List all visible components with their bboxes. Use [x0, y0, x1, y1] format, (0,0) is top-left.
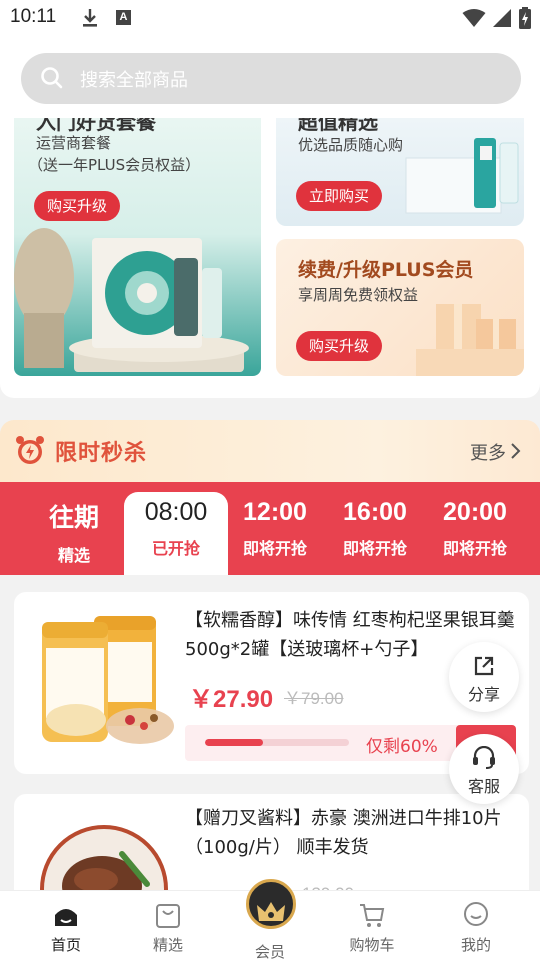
tab-time: 往期: [48, 504, 99, 532]
status-bar: 10:11 A: [0, 0, 540, 38]
banner-subtitle: 享周周免费领权益: [298, 286, 419, 304]
font-badge-icon: A: [116, 10, 131, 25]
search-placeholder: 搜索全部商品: [80, 70, 188, 91]
wifi-icon: [462, 9, 486, 27]
nav-label: 会员: [254, 943, 285, 960]
nav-cart[interactable]: 购物车: [322, 891, 422, 960]
tab-status: 精选: [57, 546, 90, 565]
tab-time: 16:00: [343, 498, 407, 526]
buy-now-button[interactable]: 立即购买: [296, 181, 383, 211]
nav-label: 精选: [152, 936, 183, 954]
product-name: 【赠刀叉酱料】赤豪 澳洲进口牛排10片（100g/片） 顺丰发货: [185, 808, 502, 858]
share-icon: [474, 656, 494, 676]
stock-progress-fill: [205, 739, 263, 746]
flash-sale-section: 限时秒杀 更多 往期 精选 08:00 已开抢 12:00 即将开抢 16:00…: [0, 420, 540, 575]
nav-membership[interactable]: 会员: [220, 879, 320, 960]
search-bar-area: 搜索全部商品: [0, 38, 540, 118]
flash-sale-more-link[interactable]: 更多: [470, 439, 506, 465]
nav-label: 首页: [50, 936, 81, 954]
tab-status: 即将开抢: [342, 539, 407, 558]
smile-face-icon: [464, 902, 488, 926]
shopping-bag-icon: [156, 904, 180, 928]
tab-status: 即将开抢: [442, 539, 507, 558]
banner-featured-selection[interactable]: 超值精选 优选品质随心购 立即购买: [276, 118, 524, 226]
tab-0800[interactable]: 08:00 已开抢: [124, 492, 228, 575]
chevron-right-icon[interactable]: [510, 442, 522, 460]
buy-upgrade-button[interactable]: 购买升级: [34, 191, 121, 221]
battery-icon: [519, 7, 531, 29]
status-icons: [462, 7, 532, 29]
tab-status: 即将开抢: [242, 539, 307, 558]
tab-past[interactable]: 往期 精选: [24, 482, 124, 575]
nav-label: 购物车: [349, 936, 395, 954]
buy-upgrade-button[interactable]: 购买升级: [296, 331, 383, 361]
tab-time: 12:00: [243, 498, 307, 526]
flash-sale-tabs: 往期 精选 08:00 已开抢 12:00 即将开抢 16:00 即将开抢 20…: [0, 482, 540, 575]
alarm-clock-icon: [16, 436, 44, 464]
tab-time: 08:00: [144, 498, 208, 526]
download-icon: [83, 9, 97, 27]
tab-2000[interactable]: 20:00 即将开抢: [425, 482, 525, 575]
banner-cut-title: 超值精选: [298, 118, 378, 134]
cart-icon: [360, 904, 385, 927]
nav-profile[interactable]: 我的: [426, 891, 526, 960]
headset-icon: [473, 746, 495, 769]
banner-section: 入门好货套餐 运营商套餐 （送一年PLUS会员权益） 购买升级 超值精选 优选品…: [0, 118, 540, 398]
nav-label: 我的: [460, 936, 491, 954]
banner-title: 续费/升级PLUS会员: [298, 259, 474, 281]
tab-1200[interactable]: 12:00 即将开抢: [225, 482, 325, 575]
home-icon: [55, 909, 77, 926]
product-image: [32, 608, 182, 758]
stock-progress-bar: [205, 739, 349, 746]
product-original-price: ￥79.00: [284, 689, 344, 708]
customer-service-label: 客服: [467, 777, 500, 796]
nav-featured[interactable]: 精选: [118, 891, 218, 960]
search-icon: [41, 67, 63, 89]
flash-sale-header: 限时秒杀 更多: [0, 420, 540, 482]
gift-box-image: [416, 304, 524, 376]
bottom-navigation: 首页 精选 会员 购物车 我的: [0, 879, 540, 960]
share-button[interactable]: 分享: [449, 642, 519, 712]
banner-starter-package[interactable]: 入门好货套餐 运营商套餐 （送一年PLUS会员权益） 购买升级: [14, 118, 261, 376]
customer-service-button[interactable]: 客服: [449, 734, 519, 804]
stock-remaining-label: 仅剩60%: [366, 737, 438, 757]
share-label: 分享: [467, 685, 500, 704]
flash-sale-title: 限时秒杀: [55, 441, 148, 466]
nav-home[interactable]: 首页: [16, 891, 116, 960]
signal-icon: [493, 9, 511, 27]
tab-status: 已开抢: [151, 539, 200, 558]
banner-subtitle: 运营商套餐: [36, 134, 112, 152]
stock-progress: 仅剩60%: [185, 725, 485, 761]
banner-product-image: [405, 138, 519, 214]
banner-subtitle: 优选品质随心购: [298, 136, 404, 154]
banner-subtitle-2: （送一年PLUS会员权益）: [28, 156, 201, 174]
product-price: ￥27.90: [189, 686, 274, 713]
banner-product-image: [14, 228, 249, 372]
status-time: 10:11: [10, 6, 57, 27]
tab-1600[interactable]: 16:00 即将开抢: [325, 482, 425, 575]
crown-icon: [246, 879, 296, 929]
search-input[interactable]: 搜索全部商品: [21, 53, 521, 104]
tab-time: 20:00: [443, 498, 507, 526]
banner-plus-renewal[interactable]: 续费/升级PLUS会员 享周周免费领权益 购买升级: [276, 239, 524, 376]
